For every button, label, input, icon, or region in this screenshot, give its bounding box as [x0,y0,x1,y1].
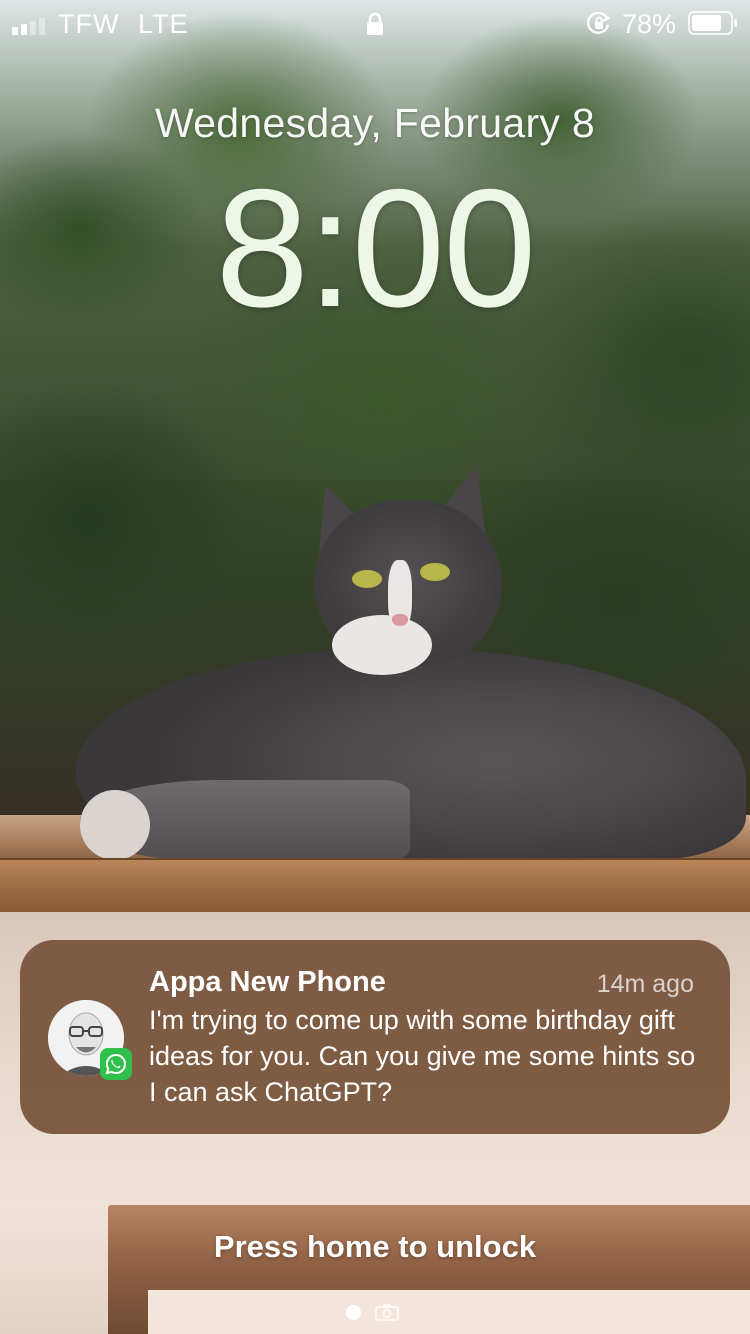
wallpaper-lower-shelf-inner [148,1290,750,1334]
lock-screen: TFW LTE 78% Wednesday, February 8 8:00 A… [0,0,750,1334]
notification-time: 14m ago [596,970,694,998]
cat-chest [332,615,432,675]
signal-icon [12,18,45,35]
unlock-hint: Press home to unlock [213,1229,537,1264]
battery-icon [688,11,737,35]
carrier-label: TFW LTE [58,9,189,40]
cat-eye-right [420,563,450,581]
cat-nose [392,614,408,626]
camera-icon[interactable] [375,1303,399,1321]
network-type: LTE [138,9,189,39]
rotation-lock-icon [587,11,611,34]
wallpaper-windowsill-front [0,858,750,912]
notification-body: I'm trying to come up with some birthday… [149,1005,696,1107]
cat-eye-left [352,570,382,588]
notification-title: Appa New Phone [149,966,386,998]
page-dot[interactable] [346,1304,361,1320]
carrier-name: TFW [58,9,120,39]
status-bar: TFW LTE 78% [0,0,750,48]
lock-icon [367,12,383,35]
whatsapp-notification[interactable]: Appa New Phone 14m ago I'm trying to com… [20,940,730,1134]
battery-percent: 78% [622,9,677,39]
lock-screen-date: Wednesday, February 8 [154,100,596,146]
page-indicator[interactable] [346,1303,399,1321]
lock-screen-clock: 8:00 [215,154,537,342]
cat-paw [80,790,150,860]
whatsapp-icon [100,1048,132,1080]
